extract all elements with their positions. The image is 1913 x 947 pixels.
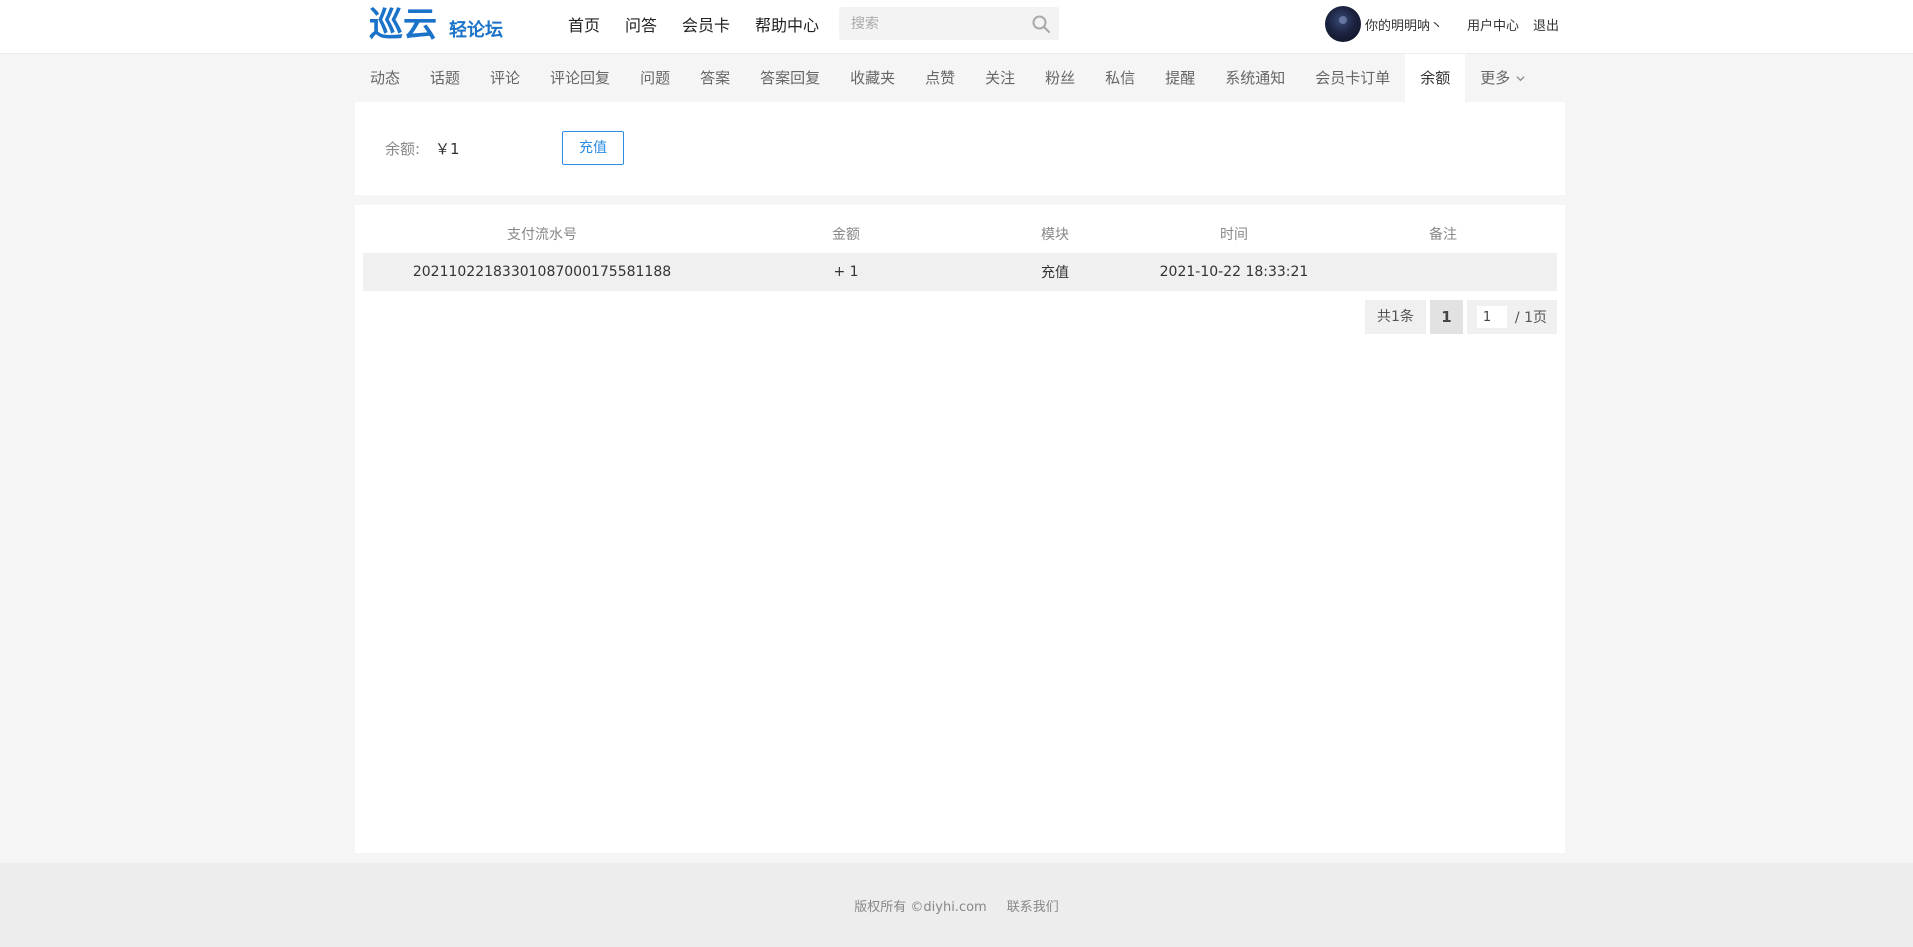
top-header: 巡云 轻论坛 首页 问答 会员卡 帮助中心 你的明明呐丶 用户中心 退出 [0, 0, 1913, 54]
avatar[interactable] [1324, 6, 1361, 42]
tab-likes[interactable]: 点赞 [910, 54, 970, 102]
footer: 版权所有 ©diyhi.com 联系我们 [0, 863, 1913, 947]
pager-page-1[interactable]: 1 [1429, 300, 1463, 334]
header-serial: 支付流水号 [507, 227, 577, 243]
table-header: 支付流水号 金额 模块 时间 备注 [363, 215, 1557, 253]
main-nav: 首页 问答 会员卡 帮助中心 [568, 0, 844, 48]
tab-topics[interactable]: 话题 [415, 54, 475, 102]
tab-favorites[interactable]: 收藏夹 [835, 54, 910, 102]
header-module: 模块 [1041, 227, 1069, 243]
pager-pages: / 1页 [1514, 310, 1547, 326]
balance-panel: 余额: ￥1 充值 [355, 102, 1565, 195]
logo-sub: 轻论坛 [449, 19, 503, 41]
pager-total: 共1条 [1365, 300, 1426, 334]
chevron-down-icon [1516, 75, 1525, 81]
tab-membership-orders[interactable]: 会员卡订单 [1300, 54, 1405, 102]
tab-more-label: 更多 [1480, 69, 1511, 87]
page-jump-input[interactable] [1476, 306, 1507, 328]
cell-serial: 20211022183301087000175581188 [412, 264, 672, 280]
pager-jump: / 1页 [1466, 300, 1557, 334]
footer-copyright: 版权所有 ©diyhi.com [854, 899, 987, 915]
tab-fans[interactable]: 粉丝 [1030, 54, 1090, 102]
logo-text: 巡云 [369, 5, 437, 45]
site-logo[interactable]: 巡云 轻论坛 [369, 4, 519, 46]
footer-contact-link[interactable]: 联系我们 [1007, 896, 1059, 915]
header-amount: 金额 [832, 227, 860, 243]
nav-help[interactable]: 帮助中心 [755, 12, 819, 36]
nav-home[interactable]: 首页 [568, 12, 600, 36]
payment-table: 支付流水号 金额 模块 时间 备注 2021102218330108700017… [363, 215, 1557, 291]
tab-comments[interactable]: 评论 [475, 54, 535, 102]
header-time: 时间 [1220, 227, 1248, 243]
tab-answers[interactable]: 答案 [685, 54, 745, 102]
recharge-button[interactable]: 充值 [562, 131, 624, 165]
tab-balance[interactable]: 余额 [1405, 54, 1466, 102]
user-tabs: 动态 话题 评论 评论回复 问题 答案 答案回复 收藏夹 点赞 关注 粉丝 私信… [355, 54, 1565, 102]
tab-system-notices[interactable]: 系统通知 [1210, 54, 1300, 102]
tab-more[interactable]: 更多 [1465, 54, 1540, 102]
header-remark: 备注 [1429, 227, 1457, 243]
tab-activity[interactable]: 动态 [355, 54, 415, 102]
nav-qa[interactable]: 问答 [625, 12, 657, 36]
tab-reminders[interactable]: 提醒 [1150, 54, 1210, 102]
nav-membership[interactable]: 会员卡 [682, 12, 730, 36]
table-row: 20211022183301087000175581188 + 1 充值 202… [363, 253, 1557, 291]
tab-messages[interactable]: 私信 [1090, 54, 1150, 102]
user-name[interactable]: 你的明明呐丶 [1365, 15, 1443, 34]
records-panel: 支付流水号 金额 模块 时间 备注 2021102218330108700017… [355, 205, 1565, 853]
search-box [839, 7, 1059, 40]
cell-amount: + 1 [833, 264, 859, 280]
logout-link[interactable]: 退出 [1533, 15, 1559, 34]
cell-module: 充值 [1041, 265, 1069, 281]
cell-time: 2021-10-22 18:33:21 [1159, 264, 1309, 280]
search-icon[interactable] [1031, 14, 1051, 34]
tab-questions[interactable]: 问题 [625, 54, 685, 102]
balance-value: ￥1 [435, 140, 460, 158]
header-inner: 巡云 轻论坛 首页 问答 会员卡 帮助中心 你的明明呐丶 用户中心 退出 [355, 0, 1565, 54]
tab-following[interactable]: 关注 [970, 54, 1030, 102]
search-input[interactable] [839, 7, 1029, 40]
tab-answer-replies[interactable]: 答案回复 [745, 54, 835, 102]
tab-comment-replies[interactable]: 评论回复 [535, 54, 625, 102]
user-area: 你的明明呐丶 用户中心 退出 [1324, 0, 1559, 48]
user-center-link[interactable]: 用户中心 [1467, 15, 1519, 34]
balance-label: 余额: [385, 140, 421, 158]
pagination: 共1条 1 / 1页 [1365, 300, 1557, 334]
